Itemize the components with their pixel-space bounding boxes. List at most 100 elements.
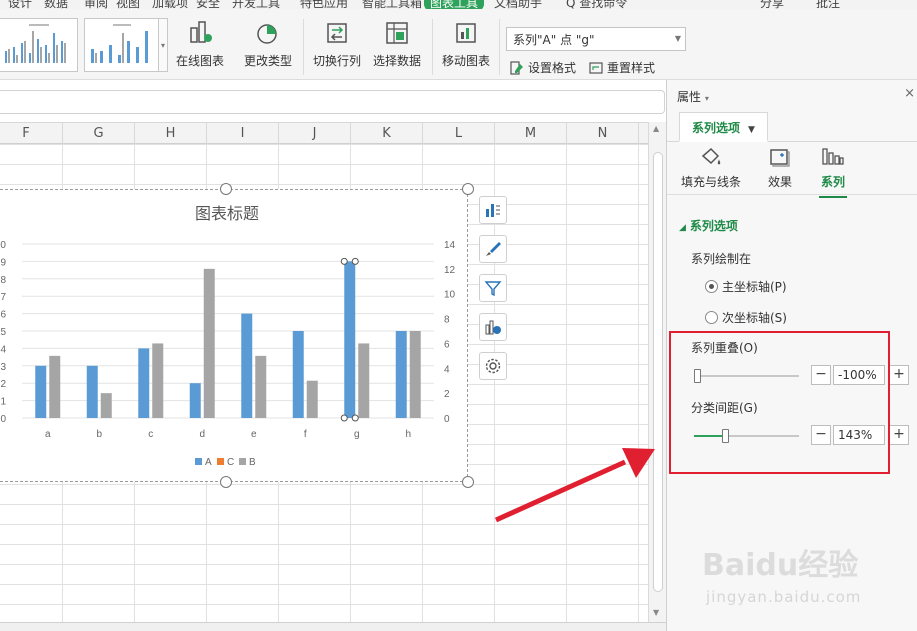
x-tick-label: a bbox=[45, 429, 51, 440]
resize-handle-bottom[interactable] bbox=[220, 476, 232, 488]
selected-point-handle bbox=[351, 257, 359, 265]
y-tick-label-primary: 4 bbox=[0, 344, 6, 355]
online-chart-tool-button[interactable] bbox=[479, 313, 507, 341]
resize-handle-top-right[interactable] bbox=[462, 183, 474, 195]
bar-b-c bbox=[152, 343, 164, 418]
column-header-n[interactable]: N bbox=[567, 123, 639, 145]
chart-style-thumbnail-1[interactable] bbox=[0, 18, 78, 72]
tab-fill-line[interactable]: 填充与线条 bbox=[681, 146, 741, 190]
x-tick-label: b bbox=[96, 429, 102, 440]
resize-handle-bottom-right[interactable] bbox=[462, 476, 474, 488]
y-tick-label-secondary: 14 bbox=[444, 240, 456, 251]
y-tick-label-secondary: 4 bbox=[444, 364, 450, 375]
menu-item-7[interactable]: 特色应用 bbox=[300, 0, 348, 9]
column-header-h[interactable]: H bbox=[135, 123, 207, 145]
y-tick-label-primary: 2 bbox=[0, 379, 6, 390]
bar-a-h bbox=[395, 331, 407, 418]
x-tick-label: d bbox=[199, 429, 205, 440]
series-bars-icon bbox=[822, 148, 844, 165]
menu-item-8[interactable]: 智能工具箱 bbox=[362, 0, 422, 9]
chevron-down-icon: ▼ bbox=[674, 34, 681, 43]
gear-icon bbox=[485, 358, 501, 374]
formula-input[interactable] bbox=[0, 90, 665, 114]
menu-item-10[interactable]: 文档助手 bbox=[494, 0, 542, 9]
set-format-label: 设置格式 bbox=[528, 61, 577, 75]
change-type-button[interactable]: 更改类型 bbox=[244, 18, 292, 76]
chart-tools-ribbon: ▾ 在线图表 更改类型 切换行列 选择数据 移动图表 系列"A" 点 "g" ▼… bbox=[0, 9, 917, 80]
tab-fill-line-label: 填充与线条 bbox=[681, 175, 742, 189]
chart-settings-button[interactable] bbox=[479, 352, 507, 380]
reset-style-icon bbox=[589, 61, 603, 74]
switch-row-col-icon bbox=[327, 23, 347, 43]
column-header-m[interactable]: M bbox=[495, 123, 567, 145]
y-tick-label-secondary: 0 bbox=[444, 414, 450, 425]
set-format-button[interactable]: 设置格式 bbox=[509, 59, 576, 76]
paint-bucket-icon bbox=[701, 147, 721, 165]
vertical-scrollbar[interactable]: ▲ ▼ bbox=[648, 122, 666, 622]
highlight-box bbox=[669, 331, 890, 474]
menu-item-13[interactable]: 批注 bbox=[816, 0, 840, 9]
scroll-down-icon[interactable]: ▼ bbox=[653, 608, 659, 617]
chart-plot: 图表标题 012345678910 02468101214 abcdefgh A… bbox=[0, 205, 456, 468]
scroll-up-icon[interactable]: ▲ bbox=[653, 124, 659, 133]
column-header-g[interactable]: G bbox=[63, 123, 135, 145]
menu-item-0[interactable]: 设计 bbox=[8, 0, 32, 9]
y-tick-label-primary: 3 bbox=[0, 362, 6, 373]
column-header: F G H I J K L M N bbox=[0, 122, 648, 145]
column-header-f[interactable]: F bbox=[0, 123, 63, 145]
x-tick-label: f bbox=[304, 429, 307, 440]
chart-elements-button[interactable] bbox=[479, 196, 507, 224]
secondary-axis-radio[interactable]: 次坐标轴(S) bbox=[705, 309, 787, 326]
tab-series[interactable]: 系列 bbox=[819, 146, 848, 198]
online-chart-icon bbox=[190, 21, 212, 43]
online-chart-button[interactable]: 在线图表 bbox=[176, 18, 224, 76]
series-options-dropdown[interactable]: 系列选项 ▼ bbox=[679, 112, 768, 142]
scrollbar-thumb[interactable] bbox=[653, 152, 663, 592]
resize-handle-top[interactable] bbox=[220, 183, 232, 195]
column-header-k[interactable]: K bbox=[351, 123, 423, 145]
switch-row-col-button[interactable]: 切换行列 bbox=[313, 18, 361, 76]
series-options-section-header[interactable]: ◢ 系列选项 bbox=[679, 217, 738, 234]
menu-item-4[interactable]: 加载项 bbox=[152, 0, 188, 9]
series-overlap-increment[interactable]: + bbox=[889, 365, 909, 385]
x-tick-label: g bbox=[354, 429, 360, 440]
move-chart-button[interactable]: 移动图表 bbox=[442, 18, 490, 76]
menu-item-9[interactable]: 图表工具 bbox=[424, 0, 485, 9]
bar-a-g bbox=[344, 261, 356, 418]
menu-item-5[interactable]: 安全 bbox=[196, 0, 220, 9]
y-tick-label-secondary: 6 bbox=[444, 339, 450, 350]
gap-width-increment[interactable]: + bbox=[889, 425, 909, 445]
chart-title[interactable]: 图表标题 bbox=[195, 205, 259, 223]
tab-series-label: 系列 bbox=[821, 175, 846, 189]
menu-item-1[interactable]: 数据 bbox=[44, 0, 68, 9]
chart-styles-button[interactable] bbox=[479, 235, 507, 263]
tab-effects[interactable]: 效果 bbox=[768, 146, 792, 190]
bar-b-f bbox=[306, 380, 318, 418]
y-tick-label-primary: 7 bbox=[0, 292, 6, 303]
chart-style-thumbnail-2[interactable] bbox=[84, 18, 164, 72]
chart-filter-button[interactable] bbox=[479, 274, 507, 302]
chart-style-scroll-button[interactable]: ▾ bbox=[158, 18, 168, 72]
y-tick-label-primary: 5 bbox=[0, 327, 6, 338]
bar-b-a bbox=[49, 355, 61, 418]
series-options-dropdown-label: 系列选项 bbox=[692, 121, 741, 135]
menu-item-3[interactable]: 视图 bbox=[116, 0, 140, 9]
column-header-i[interactable]: I bbox=[207, 123, 279, 145]
move-chart-label: 移动图表 bbox=[442, 54, 491, 68]
chart-object[interactable]: 图表标题 012345678910 02468101214 abcdefgh A… bbox=[0, 189, 468, 482]
y-tick-label-secondary: 10 bbox=[444, 290, 456, 301]
close-icon[interactable]: × bbox=[904, 86, 915, 101]
filter-icon bbox=[484, 281, 502, 297]
select-data-button[interactable]: 选择数据 bbox=[373, 18, 421, 76]
menu-item-12[interactable]: 分享 bbox=[760, 0, 784, 9]
tab-effects-label: 效果 bbox=[768, 175, 793, 189]
menu-item-2[interactable]: 审阅 bbox=[84, 0, 108, 9]
column-header-l[interactable]: L bbox=[423, 123, 495, 145]
primary-axis-radio[interactable]: 主坐标轴(P) bbox=[705, 278, 787, 295]
pane-title[interactable]: 属性 ▾ bbox=[677, 88, 709, 105]
reset-style-button[interactable]: 重置样式 bbox=[588, 59, 655, 76]
menu-item-11[interactable]: Q 查找命令 bbox=[566, 0, 627, 9]
chart-element-select[interactable]: 系列"A" 点 "g" ▼ bbox=[506, 27, 686, 51]
column-header-j[interactable]: J bbox=[279, 123, 351, 145]
menu-item-6[interactable]: 开发工具 bbox=[232, 0, 280, 9]
